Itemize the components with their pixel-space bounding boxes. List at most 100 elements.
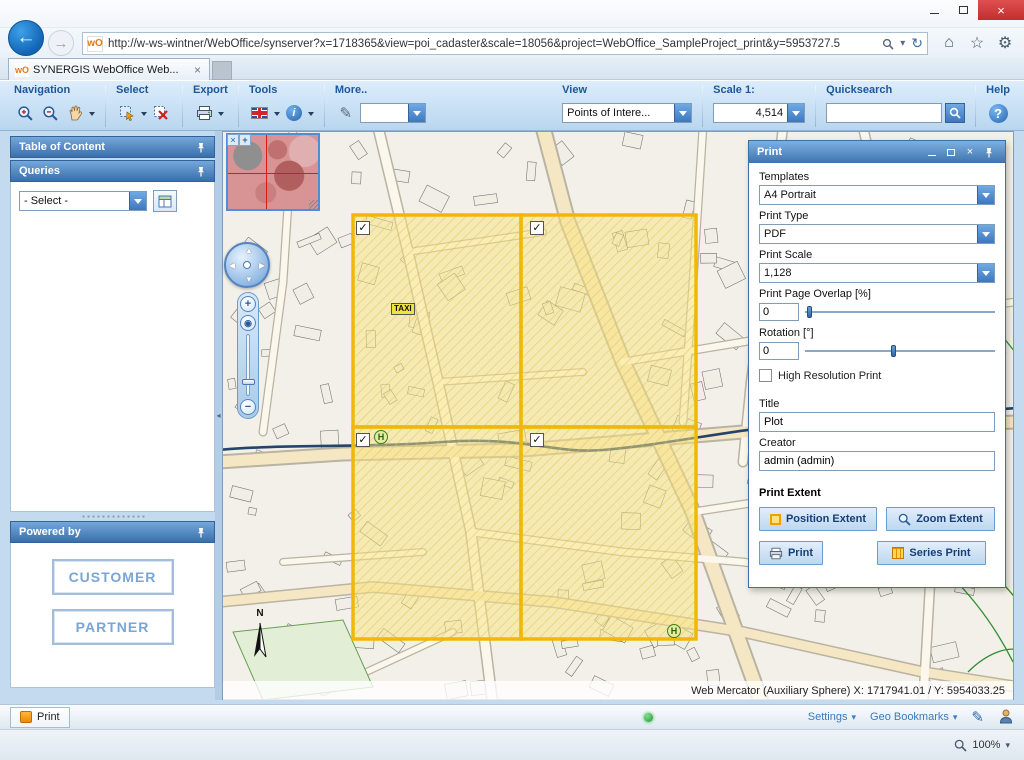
print-panel-restore-icon[interactable] [943,145,959,160]
window-minimize-button[interactable] [920,0,949,20]
measure-tool-icon[interactable]: ✎ [335,102,357,124]
browser-back-button[interactable]: ← [8,20,44,56]
overview-move-icon[interactable]: + [239,134,251,146]
url-text[interactable]: http://w-ws-wintner/WebOffice/synserver?… [108,38,882,50]
zoom-in-button[interactable]: + [240,296,256,312]
pan-right-icon[interactable]: ▶ [259,261,265,270]
tab-close-icon[interactable]: × [192,63,203,77]
zoom-slider-thumb[interactable] [242,379,255,385]
queries-pin-icon[interactable] [196,166,206,177]
export-group-label: Export [193,84,228,99]
high-resolution-checkbox[interactable] [759,369,772,382]
series-print-button[interactable]: Series Print [877,541,986,565]
pan-control[interactable]: ▲ ▼ ◀ ▶ [224,242,270,288]
browser-forward-button[interactable]: → [48,30,74,56]
sidebar-resize-handle[interactable] [10,512,215,521]
settings-gear-icon[interactable]: ⚙ [992,31,1018,55]
navigation-dropdown-icon[interactable] [89,112,95,119]
print-page-checkbox[interactable]: ✓ [356,433,370,447]
print-page-checkbox[interactable]: ✓ [356,221,370,235]
print-panel-close-icon[interactable]: × [962,145,978,160]
info-dropdown-icon[interactable] [308,112,314,119]
powered-by-pin-icon[interactable] [196,527,206,538]
overview-close-icon[interactable]: × [227,134,239,146]
query-table-icon[interactable] [153,190,177,212]
sidebar-collapse-handle[interactable]: ◂ [215,131,222,700]
redlining-pen-icon[interactable]: ✎ [971,708,984,726]
print-page-checkbox[interactable]: ✓ [530,221,544,235]
powered-by-panel: CUSTOMER PARTNER [10,543,215,688]
quicksearch-button[interactable] [945,103,965,123]
select-features-icon[interactable] [116,102,138,124]
info-tool-icon[interactable]: i [283,102,305,124]
select-dropdown-icon[interactable] [141,112,147,119]
pan-down-icon[interactable]: ▼ [245,275,253,284]
clear-selection-icon[interactable] [150,102,172,124]
pharmacy-symbol: H [374,430,388,444]
zoom-out-button[interactable]: − [240,399,256,415]
position-extent-button[interactable]: Position Extent [759,507,877,531]
print-taskbar-tab[interactable]: Print [10,707,70,728]
overlap-slider[interactable] [805,305,995,319]
refresh-icon[interactable]: ↻ [911,35,923,52]
print-panel-minimize-icon[interactable] [924,145,940,160]
rotation-slider[interactable] [805,344,995,358]
geo-bookmarks-menu[interactable]: Geo Bookmarks▾ [870,711,957,723]
url-dropdown-icon[interactable]: ▾ [900,38,905,49]
address-bar[interactable]: wO http://w-ws-wintner/WebOffice/synserv… [82,32,928,55]
zoom-in-tool-icon[interactable] [14,102,36,124]
series-print-icon [892,547,904,559]
zoom-extent-button[interactable]: Zoom Extent [886,507,995,531]
browser-tab[interactable]: wO SYNERGIS WebOffice Web... × [8,58,210,80]
window-maximize-button[interactable] [949,0,978,20]
print-page-checkbox[interactable]: ✓ [530,433,544,447]
print-tool-icon[interactable] [193,102,215,124]
queries-select[interactable]: - Select - [19,191,147,211]
toolbar-group-help: Help ? [980,84,1016,128]
overview-map[interactable]: × + [226,133,320,211]
powered-by-header[interactable]: Powered by [10,521,215,543]
pan-left-icon[interactable]: ◀ [229,261,235,270]
rotation-input[interactable] [759,342,799,360]
new-tab-button[interactable] [212,61,232,80]
print-panel-header[interactable]: Print × [749,141,1005,163]
url-search-icon[interactable] [882,38,894,50]
creator-input[interactable] [759,451,995,471]
customer-logo[interactable]: CUSTOMER [52,559,174,595]
help-icon[interactable]: ? [989,104,1008,123]
browser-zoom-control[interactable]: 100% ▾ [954,739,1024,752]
favorites-star-icon[interactable]: ☆ [964,31,990,55]
pan-up-icon[interactable]: ▲ [245,246,253,255]
table-of-content-header[interactable]: Table of Content [10,136,215,158]
queries-header[interactable]: Queries [10,160,215,182]
quicksearch-input[interactable] [826,103,942,123]
tab-favicon: wO [15,63,29,77]
print-scale-select[interactable]: 1,128 [759,263,995,283]
window-close-button[interactable]: × [978,0,1024,20]
language-flag-icon[interactable] [249,102,271,124]
more-tools-select[interactable] [360,103,426,123]
overlap-input[interactable] [759,303,799,321]
partner-logo[interactable]: PARTNER [52,609,174,645]
export-dropdown-icon[interactable] [218,112,224,119]
title-input[interactable] [759,412,995,432]
home-icon[interactable]: ⌂ [936,31,962,55]
zoom-out-tool-icon[interactable] [39,102,61,124]
templates-select[interactable]: A4 Portrait [759,185,995,205]
pan-hand-icon[interactable] [64,102,86,124]
high-resolution-label: High Resolution Print [778,370,881,382]
print-panel-pin-icon[interactable] [981,145,997,160]
zoom-slider[interactable] [246,334,250,396]
full-extent-button[interactable]: ◉ [240,315,256,331]
print-type-select[interactable]: PDF [759,224,995,244]
pan-center-button[interactable] [243,261,251,269]
view-select[interactable]: Points of Intere... [562,103,692,123]
toc-pin-icon[interactable] [196,142,206,153]
user-account-icon[interactable] [998,708,1014,727]
language-dropdown-icon[interactable] [274,112,280,119]
scale-select[interactable]: 4,514 [713,103,805,123]
geo-bookmarks-caret-icon: ▾ [953,712,958,723]
print-button[interactable]: Print [759,541,823,565]
settings-menu[interactable]: Settings▾ [808,711,856,723]
overview-resize-grip[interactable] [309,200,318,209]
